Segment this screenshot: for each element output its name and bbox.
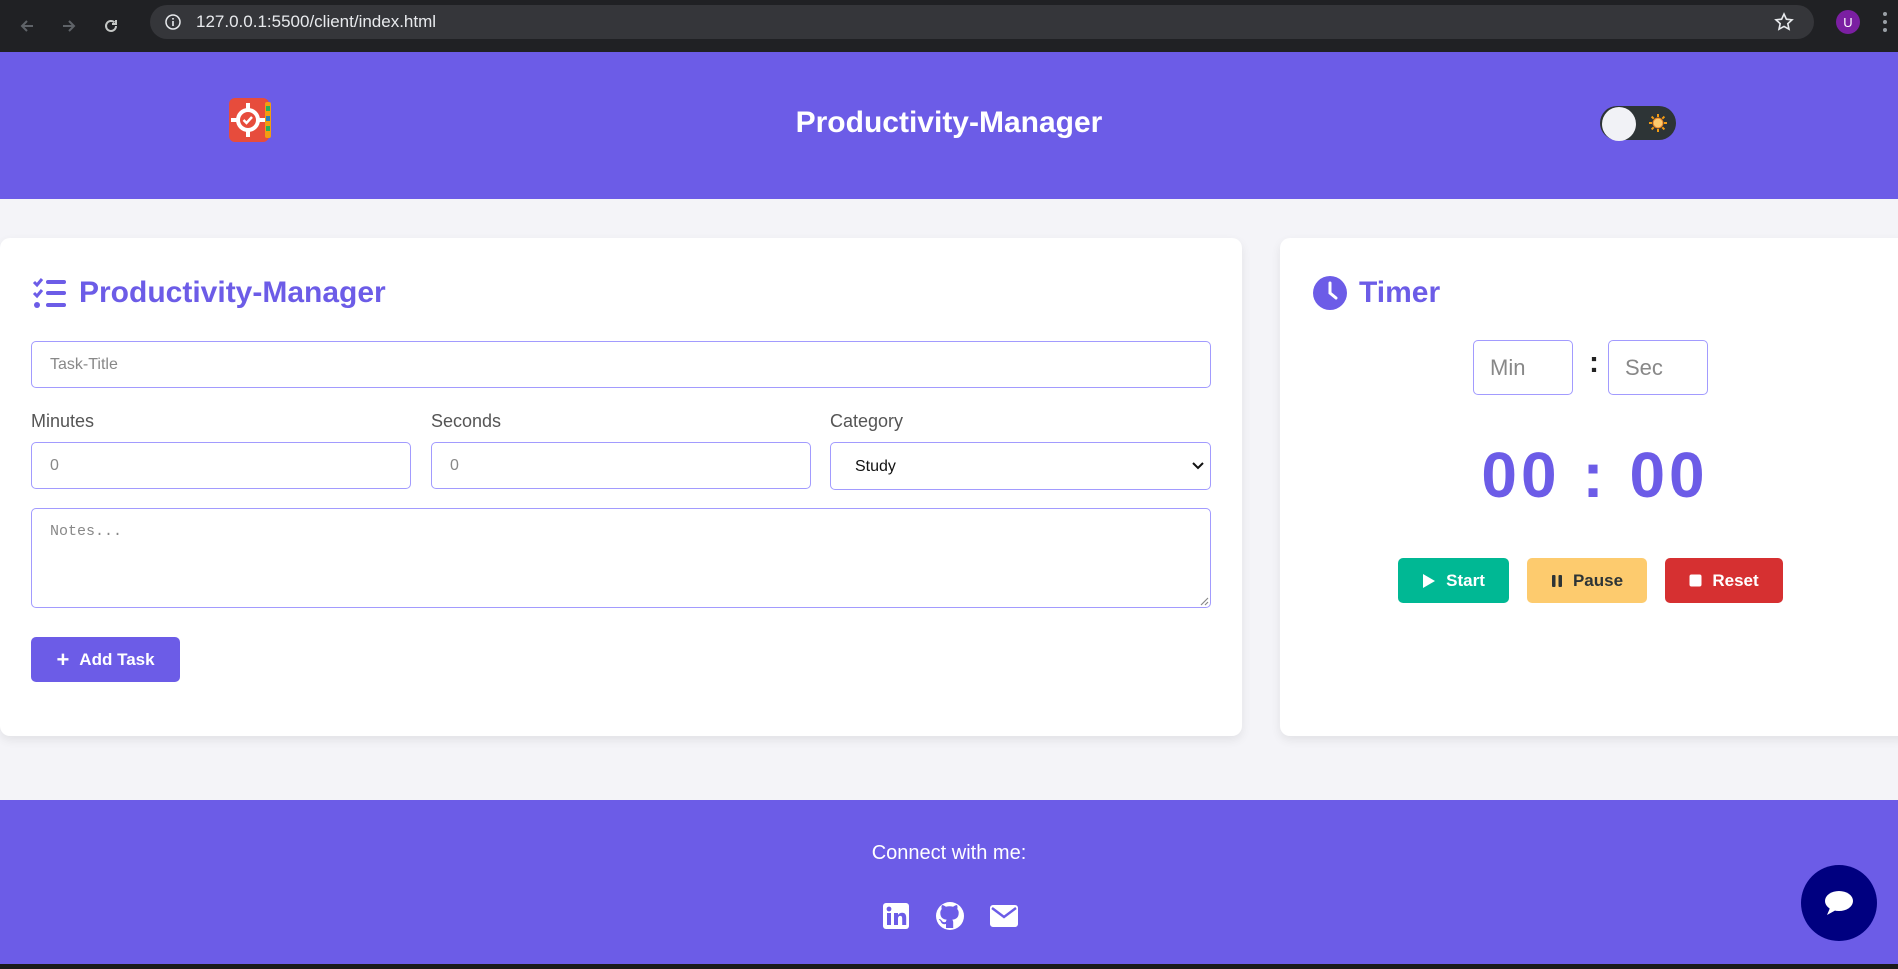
- address-url: 127.0.0.1:5500/client/index.html: [196, 12, 437, 31]
- task-form-title: Productivity-Manager: [31, 274, 386, 312]
- pause-icon: [1551, 574, 1563, 588]
- seconds-label: Seconds: [431, 411, 502, 431]
- theme-toggle[interactable]: [1600, 106, 1676, 141]
- pause-button[interactable]: Pause: [1527, 558, 1647, 603]
- task-form-title-text: Productivity-Manager: [79, 276, 386, 309]
- pause-label: Pause: [1572, 570, 1624, 590]
- github-icon[interactable]: [934, 900, 966, 932]
- reset-label: Reset: [1712, 570, 1759, 590]
- app-footer: Connect with me:: [0, 800, 1898, 964]
- timer-title: Timer: [1311, 274, 1440, 312]
- reload-icon: [105, 19, 117, 32]
- task-title-input[interactable]: [31, 341, 1211, 388]
- reload-button[interactable]: [96, 11, 126, 41]
- resize-grip-icon[interactable]: [1199, 596, 1209, 606]
- start-button[interactable]: Start: [1398, 558, 1509, 603]
- arrow-right-icon: [63, 20, 76, 32]
- toggle-knob: [1602, 107, 1636, 141]
- forward-button[interactable]: [54, 11, 84, 41]
- minutes-input[interactable]: [31, 442, 411, 489]
- arrow-left-icon: [20, 20, 33, 32]
- browser-toolbar: 127.0.0.1:5500/client/index.html U: [0, 0, 1898, 52]
- notes-textarea[interactable]: [31, 508, 1211, 608]
- timer-input-separator: :: [1589, 346, 1599, 379]
- connect-text: Connect with me:: [871, 842, 1027, 864]
- linkedin-icon[interactable]: [880, 900, 912, 932]
- clock-icon: [1311, 274, 1349, 312]
- add-task-button[interactable]: + Add Task: [31, 637, 180, 682]
- play-icon: [1422, 573, 1436, 589]
- chat-bubble-icon: [1825, 891, 1853, 915]
- app-header: Productivity-Manager: [0, 52, 1898, 199]
- timer-min-input[interactable]: [1473, 340, 1573, 395]
- timer-display: 00 : 00: [1481, 439, 1709, 511]
- seconds-input[interactable]: [431, 442, 811, 489]
- site-info-icon[interactable]: [164, 13, 182, 31]
- address-bar[interactable]: 127.0.0.1:5500/client/index.html: [150, 5, 1814, 39]
- task-form-card: Productivity-Manager Minutes Seconds Cat…: [0, 238, 1242, 736]
- checklist-icon: [31, 274, 69, 312]
- bottom-edge: [0, 964, 1898, 969]
- category-select[interactable]: Study: [830, 442, 1211, 490]
- minutes-label: Minutes: [31, 411, 95, 431]
- reset-button[interactable]: Reset: [1665, 558, 1783, 603]
- timer-title-text: Timer: [1359, 276, 1441, 309]
- bookmark-star-icon[interactable]: [1774, 12, 1794, 37]
- sun-icon: [1648, 113, 1668, 133]
- profile-avatar[interactable]: U: [1836, 10, 1860, 34]
- category-label: Category: [830, 411, 904, 431]
- back-button[interactable]: [12, 11, 42, 41]
- plus-icon: +: [56, 646, 70, 672]
- add-task-label: Add Task: [79, 649, 155, 669]
- chevron-down-icon: [1192, 462, 1204, 470]
- chat-button[interactable]: [1801, 865, 1877, 941]
- email-icon[interactable]: [988, 900, 1020, 932]
- timer-card: Timer : 00 : 00 Start Pause Reset: [1280, 238, 1898, 736]
- social-links: [880, 900, 1020, 932]
- timer-sec-input[interactable]: [1608, 340, 1708, 395]
- browser-menu-icon[interactable]: [1882, 12, 1888, 32]
- start-label: Start: [1446, 570, 1485, 590]
- stop-icon: [1689, 574, 1702, 587]
